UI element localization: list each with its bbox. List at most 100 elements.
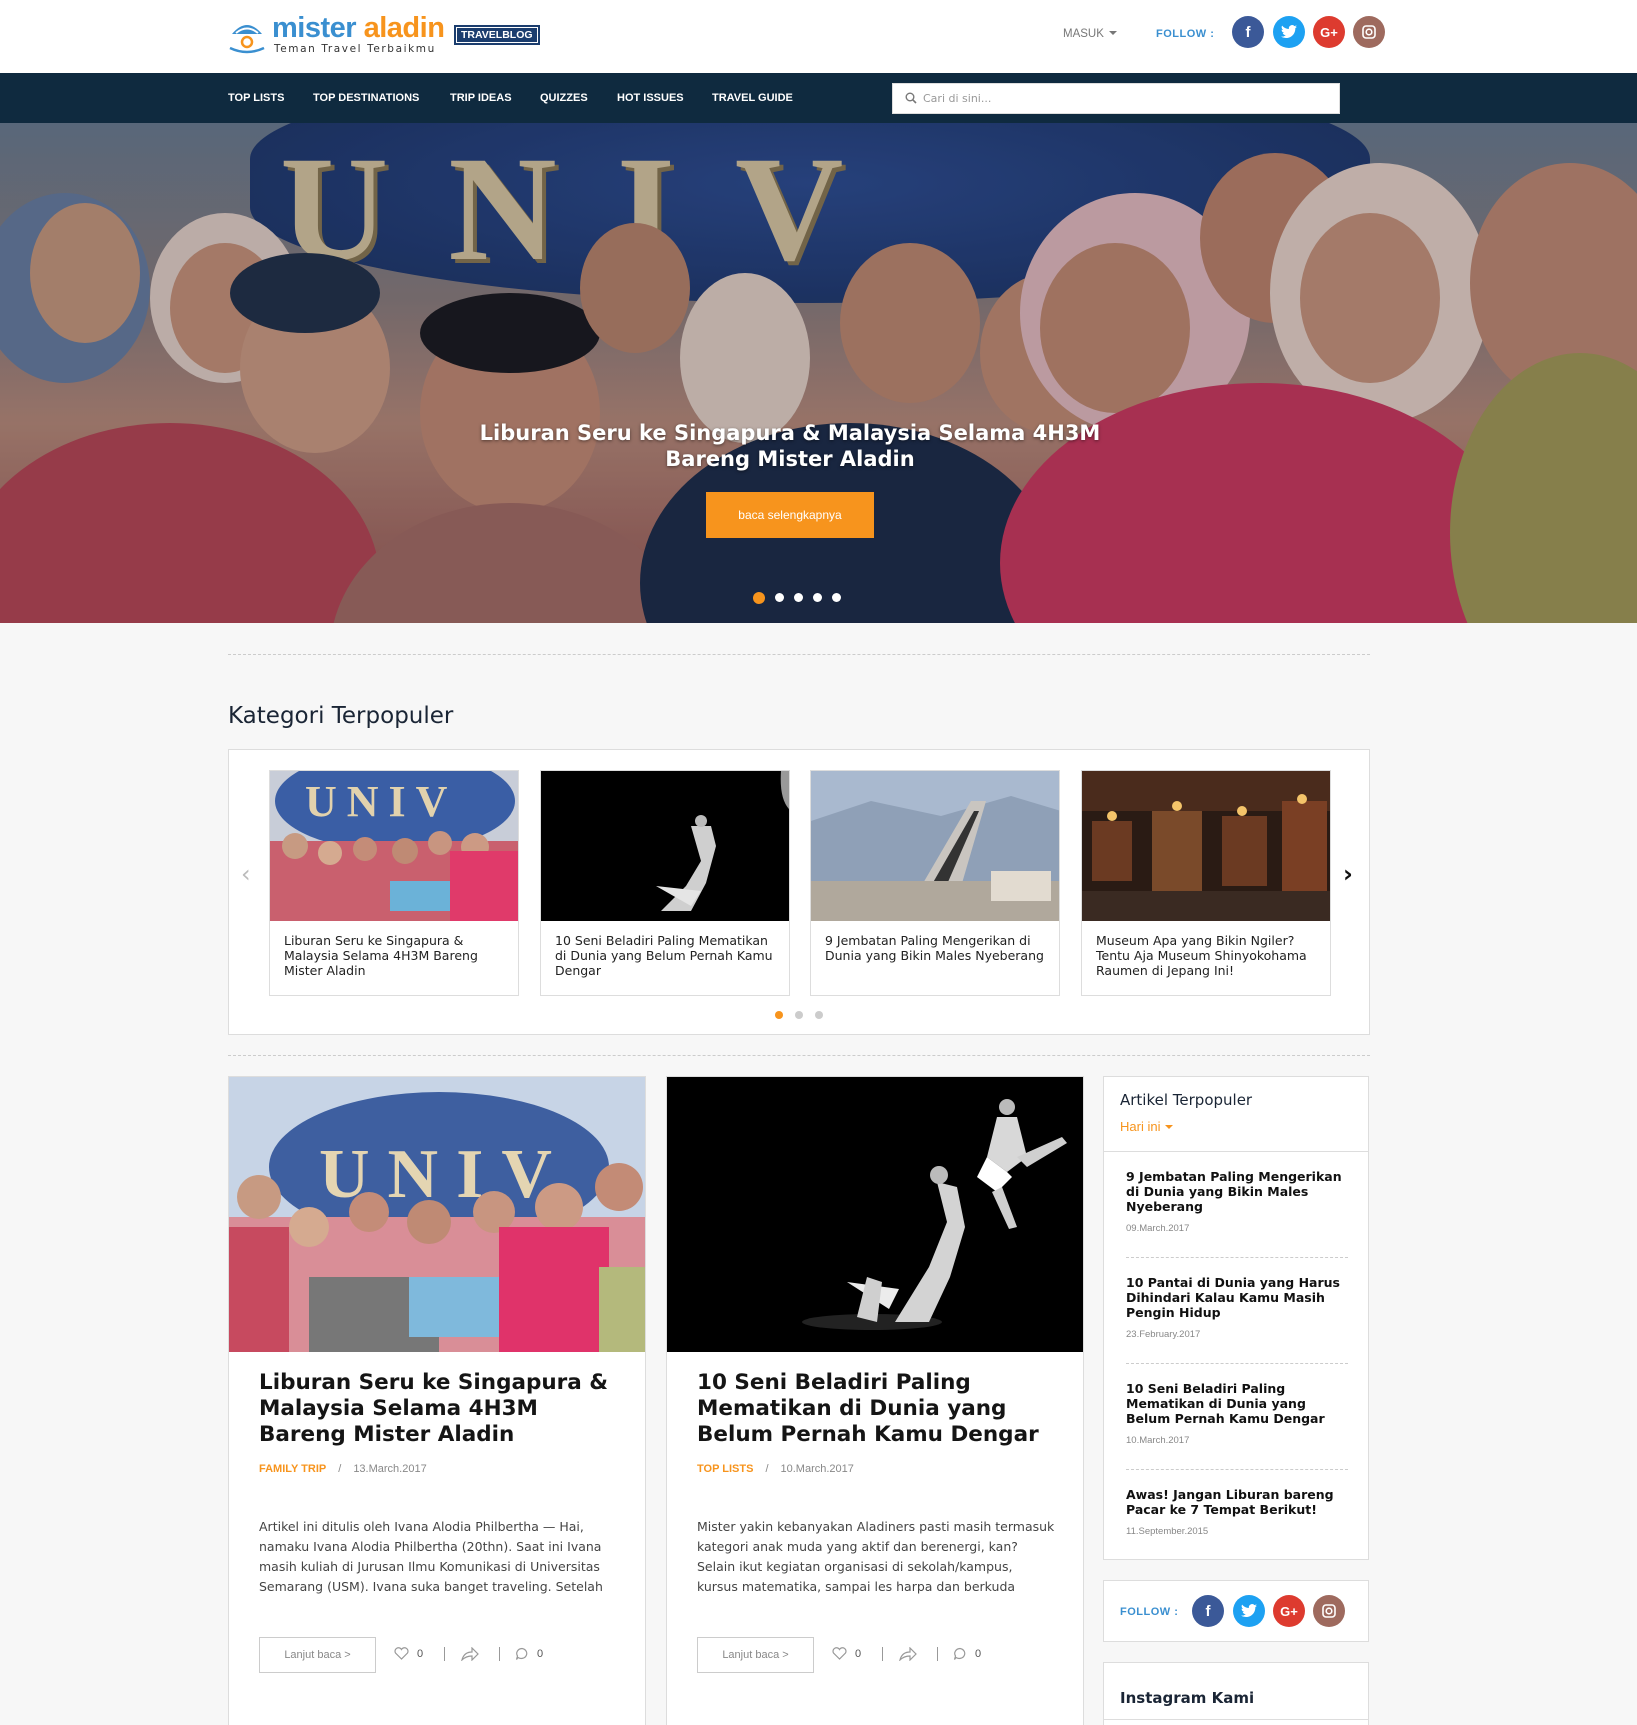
read-more-button[interactable]: baca selengkapnya [706, 492, 874, 538]
comment-icon [953, 1647, 966, 1660]
carousel-dot[interactable] [775, 1011, 783, 1019]
article-image[interactable]: UNIV [229, 1077, 645, 1352]
article-title[interactable]: Liburan Seru ke Singapura & Malaysia Sel… [259, 1370, 629, 1448]
card-image [1082, 771, 1330, 921]
category-card[interactable]: Museum Apa yang Bikin Ngiler? Tentu Aja … [1081, 770, 1331, 996]
divider [228, 654, 1370, 655]
login-dropdown[interactable]: MASUK [1063, 28, 1117, 40]
follow-label: FOLLOW : [1120, 1606, 1179, 1618]
comment-button[interactable]: 0 [953, 1647, 981, 1661]
card-image [541, 771, 789, 921]
popular-item-date: 11.September.2015 [1126, 1526, 1209, 1537]
comment-icon [515, 1647, 528, 1660]
follow-label: FOLLOW : [1156, 28, 1215, 40]
popular-item[interactable]: Awas! Jangan Liburan bareng Pacar ke 7 T… [1126, 1487, 1348, 1537]
twitter-icon[interactable] [1233, 1595, 1265, 1627]
divider [228, 1055, 1370, 1056]
category-card[interactable]: 10 Seni Beladiri Paling Mematikan di Dun… [540, 770, 790, 996]
card-image: UNIV [270, 771, 518, 921]
instagram-icon[interactable] [1313, 1595, 1345, 1627]
article-meta: FAMILY TRIP / 13.March.2017 [259, 1463, 427, 1475]
chevron-left-icon[interactable]: ‹ [241, 862, 251, 886]
google-plus-icon[interactable]: G+ [1273, 1595, 1305, 1627]
facebook-icon[interactable]: f [1232, 16, 1264, 48]
card-title: 10 Seni Beladiri Paling Mematikan di Dun… [555, 933, 773, 978]
article-card: 10 Seni Beladiri Paling Mematikan di Dun… [666, 1076, 1084, 1725]
popular-item-title: 10 Pantai di Dunia yang Harus Dihindari … [1126, 1275, 1340, 1320]
popular-item[interactable]: 10 Pantai di Dunia yang Harus Dihindari … [1126, 1275, 1348, 1340]
divider [444, 1647, 445, 1661]
popular-item-date: 23.February.2017 [1126, 1329, 1201, 1340]
divider [499, 1647, 500, 1661]
nav-top-lists[interactable]: TOP LISTS [228, 92, 284, 104]
slide-dot[interactable] [775, 593, 784, 602]
card-image [811, 771, 1059, 921]
card-title: Liburan Seru ke Singapura & Malaysia Sel… [284, 933, 478, 978]
hero-title[interactable]: Liburan Seru ke Singapura & Malaysia Sel… [470, 420, 1110, 472]
popular-item-title: 9 Jembatan Paling Mengerikan di Dunia ya… [1126, 1169, 1342, 1214]
period-filter-dropdown[interactable]: Hari ini [1120, 1119, 1174, 1134]
svg-text:UNIV: UNIV [305, 777, 457, 826]
category-card[interactable]: 9 Jembatan Paling Mengerikan di Dunia ya… [810, 770, 1060, 996]
widget-title: Artikel Terpopuler [1120, 1091, 1253, 1109]
comment-button[interactable]: 0 [515, 1647, 543, 1661]
popular-articles-widget: Artikel Terpopuler Hari ini 9 Jembatan P… [1103, 1076, 1369, 1560]
popular-item-date: 10.March.2017 [1126, 1435, 1190, 1446]
carousel-dot[interactable] [795, 1011, 803, 1019]
article-category[interactable]: TOP LISTS [697, 1463, 753, 1475]
chevron-right-icon[interactable]: › [1343, 862, 1353, 886]
divider [1126, 1363, 1348, 1364]
like-button[interactable]: 0 [394, 1647, 423, 1660]
article-category[interactable]: FAMILY TRIP [259, 1463, 326, 1475]
carousel-pagination [775, 1011, 823, 1019]
slide-dot[interactable] [832, 593, 841, 602]
article-image[interactable] [667, 1077, 1083, 1352]
logo-wordmark: mister aladin [272, 12, 445, 44]
slide-dot[interactable] [753, 592, 765, 604]
article-excerpt: Mister yakin kebanyakan Aladiners pasti … [697, 1519, 1055, 1594]
facebook-icon[interactable]: f [1192, 1595, 1224, 1627]
article-card: UNIV Liburan Seru ke Singapura & Malaysi… [228, 1076, 646, 1725]
read-more-button[interactable]: Lanjut baca > [259, 1637, 376, 1673]
divider [1126, 1257, 1348, 1258]
google-plus-icon[interactable]: G+ [1313, 16, 1345, 48]
popular-item[interactable]: 10 Seni Beladiri Paling Mematikan di Dun… [1126, 1381, 1348, 1446]
nav-top-destinations[interactable]: TOP DESTINATIONS [313, 92, 419, 104]
hero-slider: UNIV Liburan Seru ke Singapura & Malaysi… [0, 123, 1637, 623]
category-card[interactable]: UNIV Liburan Seru ke Singapura & Malaysi… [269, 770, 519, 996]
search-box [892, 83, 1340, 114]
nav-trip-ideas[interactable]: TRIP IDEAS [450, 92, 512, 104]
search-icon[interactable] [905, 92, 917, 104]
divider [1104, 1719, 1368, 1720]
twitter-icon[interactable] [1273, 16, 1305, 48]
meta-separator: / [338, 1463, 342, 1475]
like-count: 0 [855, 1647, 862, 1660]
nav-travel-guide[interactable]: TRAVEL GUIDE [712, 92, 793, 104]
hero-overlay [0, 123, 1637, 623]
divider [882, 1647, 883, 1661]
carousel-dot[interactable] [815, 1011, 823, 1019]
slide-dot[interactable] [794, 593, 803, 602]
site-logo[interactable]: mister aladin Teman Travel Terbaikmu TRA… [228, 12, 540, 58]
caret-down-icon [1108, 31, 1117, 35]
travelblog-badge: TRAVELBLOG [454, 25, 540, 45]
like-button[interactable]: 0 [832, 1647, 861, 1660]
hero-pagination [753, 592, 841, 604]
card-title: 9 Jembatan Paling Mengerikan di Dunia ya… [825, 933, 1044, 963]
instagram-icon[interactable] [1353, 16, 1385, 48]
nav-hot-issues[interactable]: HOT ISSUES [617, 92, 684, 104]
slide-dot[interactable] [813, 593, 822, 602]
article-date: 13.March.2017 [353, 1463, 427, 1475]
nav-quizzes[interactable]: QUIZZES [540, 92, 588, 104]
popular-item-title: 10 Seni Beladiri Paling Mematikan di Dun… [1126, 1381, 1325, 1426]
share-button[interactable] [899, 1647, 925, 1661]
read-more-button[interactable]: Lanjut baca > [697, 1637, 814, 1673]
lamp-logo-icon [229, 25, 265, 54]
comment-count: 0 [975, 1648, 982, 1660]
article-title[interactable]: 10 Seni Beladiri Paling Mematikan di Dun… [697, 1370, 1067, 1448]
popular-item[interactable]: 9 Jembatan Paling Mengerikan di Dunia ya… [1126, 1169, 1348, 1234]
share-button[interactable] [461, 1647, 487, 1661]
search-input[interactable] [923, 84, 1323, 113]
widget-title: Instagram Kami [1120, 1689, 1255, 1707]
instagram-widget: Instagram Kami [1103, 1662, 1369, 1725]
